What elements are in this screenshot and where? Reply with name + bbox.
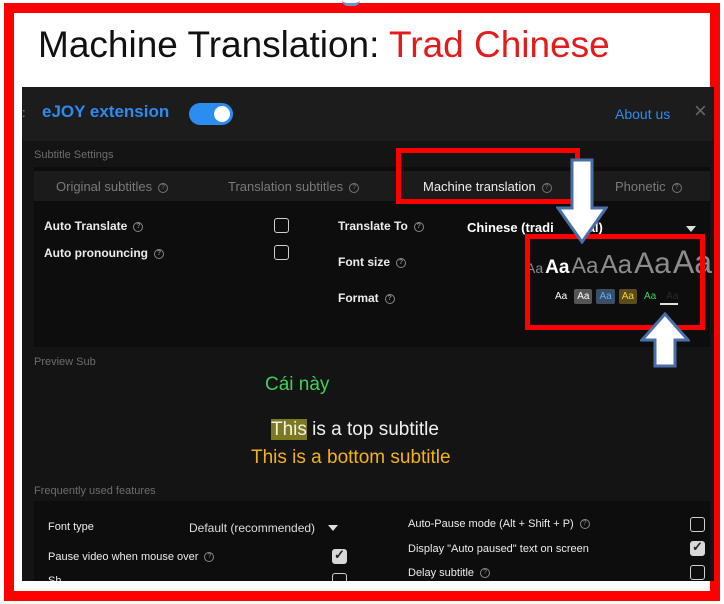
tab-translation-subtitles[interactable]: Translation subtitles? [228,179,360,194]
arrow-shape [640,312,690,368]
headline-accent: Trad Chinese [389,24,610,65]
extension-panel: : eJOY extension About us × Subtitle Set… [22,87,714,581]
label-text: Translate To [338,219,408,233]
delay-subtitle-label: Delay subtitle? [408,567,491,579]
preview-top-subtitle: This is a top subtitle [271,419,439,441]
auto-translate-checkbox[interactable] [274,218,289,233]
tab-label: Original subtitles [56,179,153,194]
font-size-label: Font size? [338,255,407,269]
auto-pronouncing-label: Auto pronouncing? [44,246,164,260]
delay-subtitle-checkbox[interactable] [690,565,705,580]
auto-pronouncing-checkbox[interactable] [274,245,289,260]
slide-headline: Machine Translation: Trad Chinese [14,14,710,76]
partial-feature-label: Sh [48,575,62,581]
headline-prefix: Machine Translation: [38,24,390,65]
label-text: Auto pronouncing [44,246,148,260]
cropped-label: : [22,105,26,120]
help-icon: ? [480,568,491,579]
preview-top-rest: is a top subtitle [306,419,439,440]
format-label: Format? [338,291,395,305]
help-icon: ? [158,182,169,193]
tab-label: Translation subtitles [228,179,344,194]
chevron-down-icon[interactable] [686,226,696,232]
help-icon: ? [133,221,144,232]
auto-translate-label: Auto Translate? [44,219,144,233]
pause-video-checkbox[interactable] [332,547,347,564]
auto-pause-checkbox[interactable] [690,517,705,532]
display-auto-paused-checkbox[interactable] [690,539,705,556]
display-auto-paused-label: Display "Auto paused" text on screen [408,543,589,555]
select-value: Chinese (tradi [467,220,554,235]
help-icon: ? [413,221,424,232]
preview-highlight-word: This [271,419,307,440]
help-icon: ? [396,257,407,268]
chevron-down-icon[interactable] [328,525,338,531]
translate-to-label: Translate To? [338,219,424,233]
help-icon: ? [349,182,360,193]
close-icon[interactable]: × [694,98,707,124]
label-text: Font size [338,255,391,269]
toggle-knob [214,106,230,122]
help-icon: ? [579,519,590,530]
extension-toggle[interactable] [189,103,233,125]
auto-pause-label: Auto-Pause mode (Alt + Shift + P)? [408,518,590,530]
help-icon: ? [384,293,395,304]
highlight-box-tab [396,148,580,204]
preview-sub-label: Preview Sub [34,356,96,368]
preview-bottom-subtitle: This is a bottom subtitle [251,447,451,468]
label-text: Auto-Pause mode (Alt + Shift + P) [408,518,574,530]
label-text: Auto Translate [44,219,128,233]
help-icon: ? [204,552,215,563]
help-icon: ? [153,248,164,259]
label-text: Delay subtitle [408,567,475,579]
label-text: Pause video when mouse over [48,551,199,563]
label-text: Format [338,291,379,305]
partial-feature-checkbox[interactable] [332,573,347,581]
font-type-select[interactable]: Default (recommended) [189,521,315,535]
tab-phonetic[interactable]: Phonetic? [615,179,682,194]
about-us-link[interactable]: About us [615,106,670,122]
frequent-features-label: Frequently used features [34,485,156,497]
help-icon: ? [671,182,682,193]
arrow-shape [556,158,608,244]
subtitle-settings-label: Subtitle Settings [34,149,114,161]
brand-title: eJOY extension [42,102,170,121]
arrow-down-annotation [556,158,608,244]
features-box [34,501,710,581]
tab-original-subtitles[interactable]: Original subtitles? [56,179,169,194]
arrow-up-annotation [640,312,690,368]
font-type-label: Font type [48,521,94,533]
pause-video-label: Pause video when mouse over? [48,551,215,563]
tab-label: Phonetic [615,179,666,194]
preview-machine-line: Cái này [265,374,330,395]
